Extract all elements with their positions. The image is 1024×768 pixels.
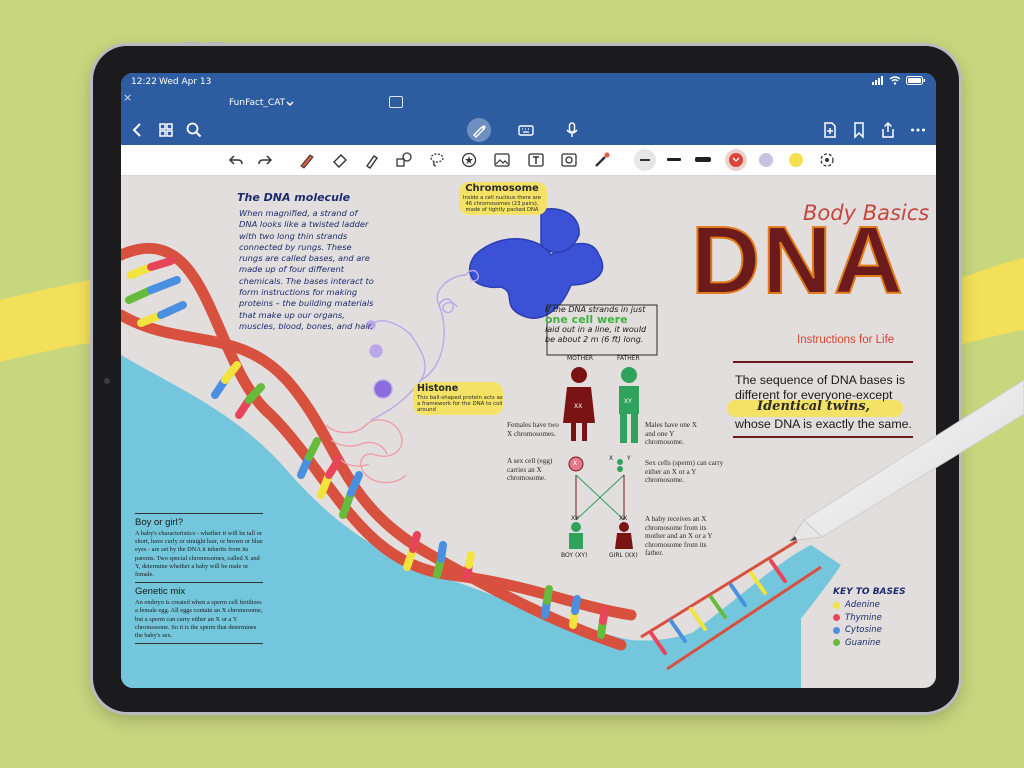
sequence-pre: The sequence of DNA bases is different f… [735,373,906,402]
chevron-down-icon [732,157,740,162]
shapes-icon[interactable] [395,151,413,169]
medium-stroke-button[interactable] [667,158,681,161]
sticker-icon[interactable] [460,151,478,169]
chevron-down-icon[interactable] [286,101,294,107]
front-camera [104,378,110,384]
mother-label: MOTHER [567,355,594,362]
drawing-toolbar [121,145,936,176]
back-icon[interactable] [129,121,147,139]
redo-icon[interactable] [256,151,274,169]
thick-stroke-button[interactable] [695,157,711,162]
color-swatch-selected[interactable] [725,149,747,171]
share-icon[interactable] [879,121,897,139]
boy-or-girl-box: Boy or girl? A baby's characteristics - … [135,510,263,647]
girl-label: GIRL (XX) [609,552,638,559]
sex-cell-diagram [568,456,625,521]
key-to-bases: KEY TO BASES Adenine Thymine Cytosine Gu… [833,587,906,649]
sequence-post: whose DNA is exactly the same. [735,416,912,431]
tab-title[interactable]: FunFact_CAT [229,98,285,108]
camera-icon[interactable] [560,151,578,169]
undo-icon[interactable] [227,151,245,169]
cell-fact-line3: laid out in a line, it would be about 2 … [545,325,647,344]
chromosome-drawing [469,208,604,319]
key-item-guanine: Guanine [833,637,906,650]
identical-twins-text: Identical twins, [757,399,871,414]
mother-xx: XX [574,403,583,410]
status-indicators [872,76,926,85]
boy-or-girl-title: Boy or girl? [135,517,184,528]
laser-icon[interactable] [593,151,611,169]
add-page-icon[interactable] [821,121,839,139]
key-item-adenine: Adenine [833,599,906,612]
instructions-subtitle: Instructions for Life [797,334,895,346]
battery-icon [906,76,925,85]
status-time: 12:22 [131,77,157,87]
grid-icon[interactable] [157,121,175,139]
pen-icon[interactable] [298,151,316,169]
search-icon[interactable] [185,121,203,139]
eraser-icon[interactable] [331,151,349,169]
highlighter-icon[interactable] [363,151,381,169]
status-bar: 12:22 Wed Apr 13 [121,73,936,93]
females-note: Females have two X chromosomes. [507,421,559,438]
genetic-mix-text: An embryo is created when a sperm cell f… [135,599,263,640]
key-item-thymine: Thymine [833,612,906,625]
dna-molecule-text: When magnified, a strand of DNA looks li… [239,208,374,331]
thin-stroke-button[interactable] [634,149,656,171]
father-xy: XY [624,398,632,405]
split-view-icon[interactable] [389,96,403,108]
girl-xx: XX [619,515,628,522]
boy-xy: XY [571,515,579,522]
baby-girl-figure [615,522,633,549]
sperm-note: Sex cells (sperm) can carry either an X … [645,459,724,485]
baby-note: A baby receives an X chromosome from its… [645,515,713,558]
key-item-cytosine: Cytosine [833,624,906,637]
status-date: Wed Apr 13 [159,77,212,87]
egg-note: A sex cell (egg) carries an X chromosome… [507,457,553,483]
lasso-icon[interactable] [428,151,446,169]
boy-or-girl-text: A baby's characteristics - whether it wi… [135,530,263,579]
cell-fact-line2: one cell were [545,313,628,326]
bookmark-icon[interactable] [850,121,868,139]
histone-text: This ball-shaped protein acts as a frame… [417,395,503,414]
boy-label: BOY (XY) [561,552,588,559]
color-picker-icon[interactable] [818,151,836,169]
top-navigation-bar [121,115,936,145]
wifi-icon [889,76,901,85]
keyboard-icon[interactable] [517,121,535,139]
app-screen: 12:22 Wed Apr 13 × FunFact_CAT The DNA m… [121,73,936,688]
histone-title: Histone [417,383,459,394]
sperm-y: Y [627,455,631,462]
dna-title: DNA [690,207,905,314]
document-tab-bar: × FunFact_CAT [121,91,936,115]
microphone-icon[interactable] [563,121,581,139]
color-swatch-yellow[interactable] [789,153,803,167]
tab-close-icon[interactable]: × [123,91,132,104]
image-icon[interactable] [493,151,511,169]
pen-mode-icon[interactable] [470,121,488,139]
note-canvas[interactable]: The DNA molecule When magnified, a stran… [121,175,936,688]
baby-boy-figure [569,522,583,549]
males-note: Males have one X and one Y chromosome. [645,421,698,447]
sperm-x: X [609,455,614,462]
father-label: FATHER [617,355,640,362]
color-swatch-lilac[interactable] [759,153,773,167]
chromosome-text: Inside a cell nucleus there are 46 chrom… [463,195,541,213]
signal-icon [872,76,883,85]
key-title: KEY TO BASES [833,587,906,597]
genetic-mix-title: Genetic mix [135,586,186,598]
egg-x: X [573,460,578,467]
text-icon[interactable] [527,151,545,169]
cell-fact-box: If the DNA strands in just one cell were… [545,305,655,345]
father-figure [619,367,639,443]
chromosome-title: Chromosome [465,183,539,194]
more-icon[interactable] [909,121,927,139]
dna-molecule-title: The DNA molecule [237,191,351,204]
